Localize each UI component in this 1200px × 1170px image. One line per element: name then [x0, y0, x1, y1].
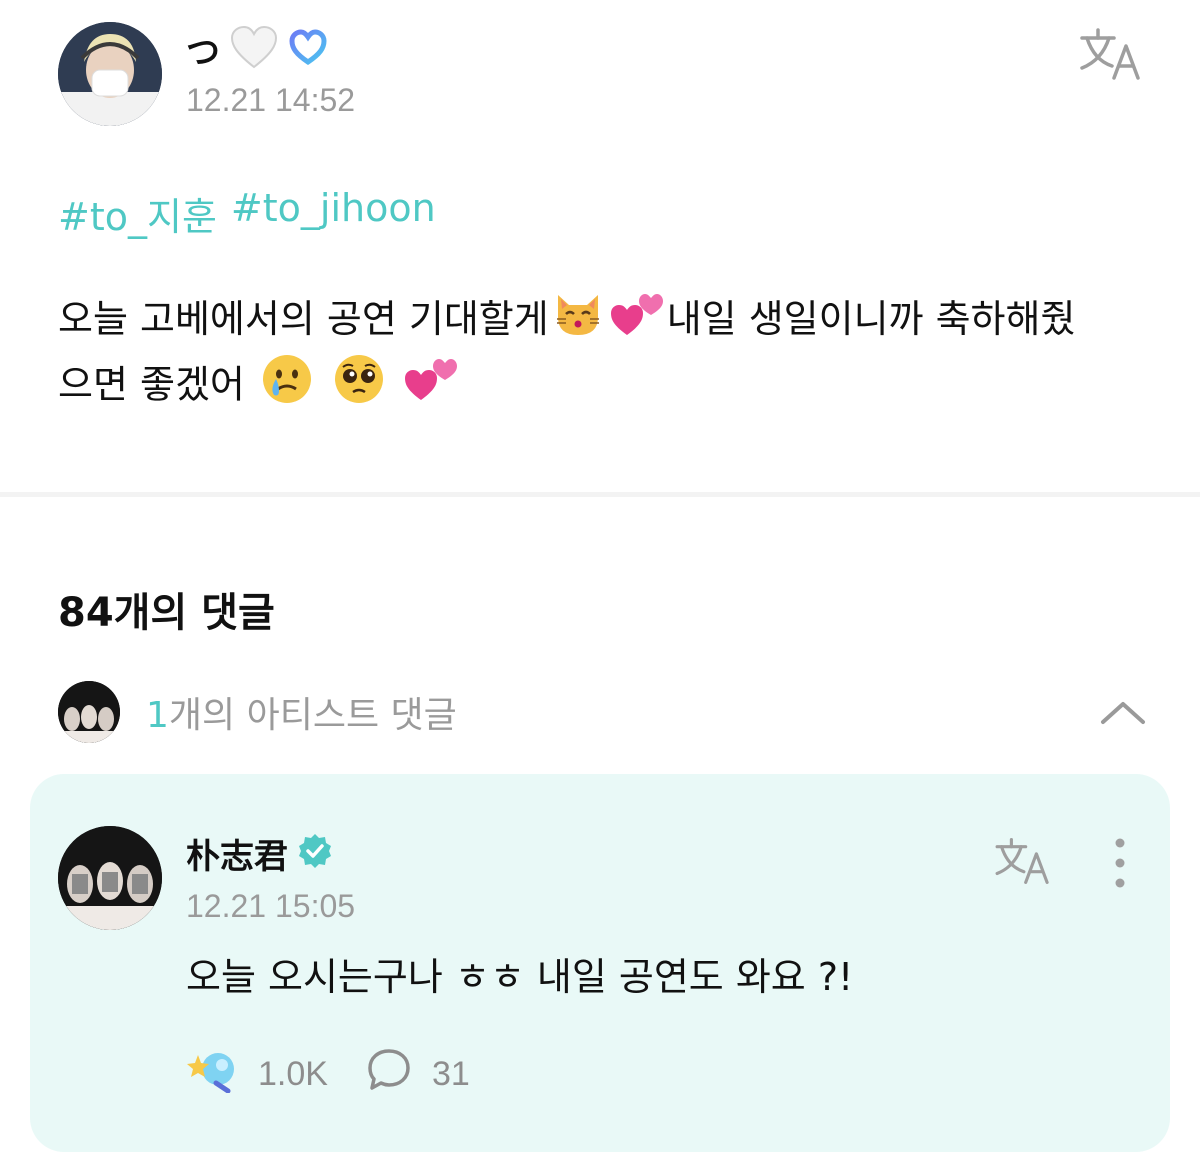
membership-badge-icon [288, 28, 328, 70]
post-author-name: つ [186, 32, 220, 73]
post-text-part: 내일 생일이니까 축하해줬 [666, 297, 1076, 341]
post-text-part: 오늘 고베에서의 공연 기대할게 [58, 297, 549, 341]
verified-badge-icon [296, 832, 334, 874]
two-hearts-emoji-icon [610, 291, 663, 353]
hashtag-link[interactable]: #to_jihoon [231, 186, 436, 241]
reply-count: 31 [431, 1054, 470, 1093]
post-text-part: 으면 좋겠어 [58, 362, 245, 406]
chevron-up-icon[interactable] [1098, 692, 1148, 732]
post-hashtags: #to_지훈 #to_jihoon [58, 186, 436, 241]
reply-button[interactable]: 31 [366, 1047, 470, 1102]
pleading-face-emoji-icon [333, 353, 385, 421]
speech-bubble-icon [366, 1047, 412, 1102]
translate-icon[interactable] [992, 836, 1054, 886]
post-author-avatar[interactable] [58, 22, 162, 126]
comment-author-avatar[interactable] [58, 826, 162, 930]
like-button[interactable]: 1.0K [186, 1047, 328, 1102]
more-options-icon[interactable] [1104, 836, 1136, 890]
artist-comments-text: 개의 아티스트 댓글 [168, 695, 457, 736]
comment-actions: 1.0K 31 [186, 1046, 470, 1102]
comment-author-row: 朴志君 [186, 828, 334, 878]
artist-comments-toggle[interactable]: 1개의 아티스트 댓글 [58, 680, 1148, 744]
post-author-name-row: つ [186, 24, 328, 74]
comment-timestamp: 12.21 15:05 [186, 888, 356, 924]
artist-comments-count: 1 [146, 695, 169, 736]
two-hearts-emoji-icon [405, 356, 458, 418]
post-body: 오늘 고베에서의 공연 기대할게 내일 생일이니까 축하해줬 으면 좋겠어 [58, 290, 1158, 421]
star-cheer-icon [186, 1047, 238, 1102]
comment-author-name[interactable]: 朴志君 [186, 829, 288, 878]
artist-avatar [58, 681, 120, 743]
kissing-cat-emoji-icon [553, 291, 603, 353]
white-heart-icon [230, 25, 278, 73]
like-count: 1.0K [258, 1054, 328, 1093]
crying-smile-emoji-icon [261, 353, 313, 421]
comments-count-title: 84개의 댓글 [58, 590, 275, 636]
section-divider [0, 492, 1200, 497]
translate-icon[interactable] [1078, 26, 1144, 82]
hashtag-link[interactable]: #to_지훈 [58, 186, 217, 241]
post-timestamp: 12.21 14:52 [186, 82, 356, 118]
comment-text: 오늘 오시는구나 ㅎㅎ 내일 공연도 와요 ?! [186, 955, 854, 999]
artist-comments-label: 1개의 아티스트 댓글 [146, 686, 457, 738]
